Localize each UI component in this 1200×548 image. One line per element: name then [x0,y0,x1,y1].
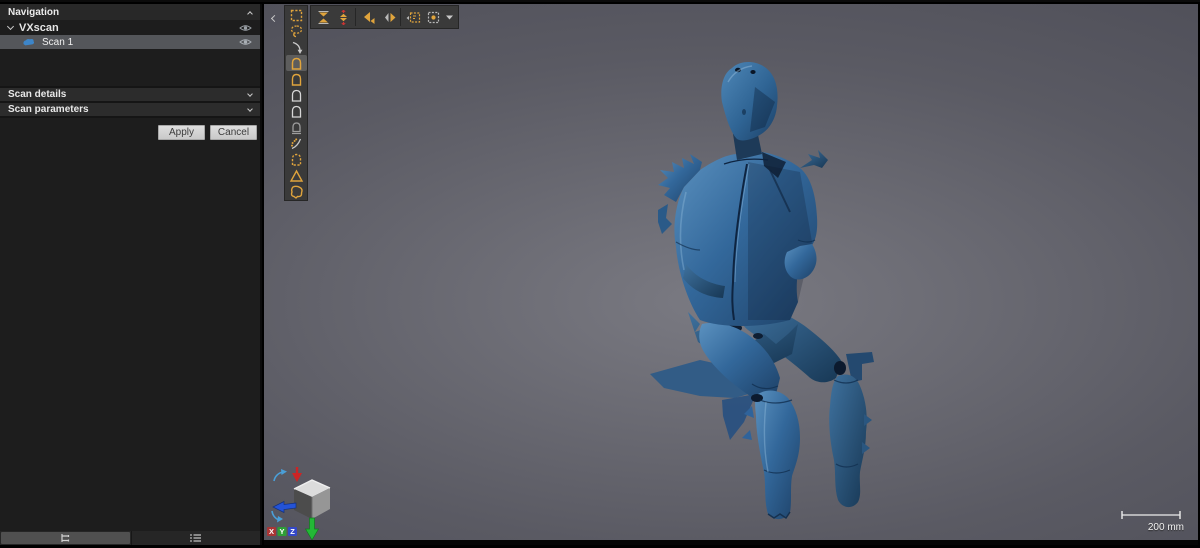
scale-bar: 200 mm [1116,509,1186,537]
brush-selection-icon [289,120,304,135]
tree-item-label: VXscan [19,22,59,34]
visibility-eye-icon[interactable] [239,23,252,33]
brush-selection-button-4[interactable] [286,103,307,119]
list-view-icon [189,533,203,543]
brush-selection-icon [289,72,304,87]
rectangle-selection-icon [289,8,304,23]
section-scan-parameters[interactable]: Scan parameters [0,101,260,116]
dashed-brush-selection-icon [289,152,304,167]
navigation-title: Navigation [8,7,59,18]
left-panel: Navigation VXscan Scan 1 [0,4,262,545]
triangle-selection-button[interactable] [286,167,307,183]
brush-selection-icon [289,56,304,71]
rectangle-selection-button[interactable] [286,7,307,23]
brush-selection-button-5[interactable] [286,119,307,135]
step-backward-icon [361,10,376,25]
section-label: Scan details [8,89,66,100]
scan-cloud-icon [22,38,36,47]
caret-down-icon [445,14,454,21]
zoom-on-selection-button[interactable] [403,7,423,27]
chevron-left-icon [270,14,277,21]
brush-selection-button-active[interactable] [286,55,307,71]
tree-item-vxscan[interactable]: VXscan [0,20,260,35]
blob-selection-button[interactable] [286,183,307,199]
brush-selection-icon [289,88,304,103]
pick-arrow-icon [289,40,304,55]
orientation-cube-widget[interactable]: X Y Z [266,463,342,543]
view-toolbar-horizontal [310,5,459,29]
brush-selection-button-2[interactable] [286,71,307,87]
step-forward-icon [381,10,396,25]
navigation-header[interactable]: Navigation [0,4,260,20]
zoom-target-button[interactable] [423,7,443,27]
axis-labels: X Y Z [267,527,297,536]
collapse-panel-button[interactable] [268,11,280,25]
tree-view-icon [58,533,72,543]
collapse-vertical-button[interactable] [313,7,333,27]
tree-view-toggle[interactable] [1,532,130,544]
zoom-on-selection-icon [405,10,421,25]
expand-vertical-button[interactable] [333,7,353,27]
svg-text:Y: Y [279,527,284,536]
vxelements-window: Navigation VXscan Scan 1 [0,0,1200,548]
selection-toolbar-vertical [284,5,308,201]
scan-mesh [264,4,1198,545]
toolbar-separator [355,8,356,26]
dashed-brush-selection-button[interactable] [286,151,307,167]
expand-vertical-icon [336,10,351,25]
tree-item-label: Scan 1 [42,37,73,48]
triangle-selection-icon [289,168,304,183]
tree-item-scan1[interactable]: Scan 1 [0,35,260,49]
panel-empty-area [0,154,260,531]
viewport-3d[interactable]: X Y Z 200 mm [264,4,1198,545]
view-options-dropdown[interactable] [443,7,456,27]
chevron-down-icon [247,106,253,112]
chevron-down-icon [247,91,253,97]
step-backward-button[interactable] [358,7,378,27]
svg-text:X: X [269,527,274,536]
spray-selection-button[interactable] [286,135,307,151]
brush-selection-icon [289,104,304,119]
spray-selection-icon [289,136,304,151]
chevron-down-icon[interactable] [7,23,14,30]
svg-text:Z: Z [290,527,295,536]
section-label: Scan parameters [8,104,89,115]
lasso-selection-icon [289,24,304,39]
list-view-toggle[interactable] [131,531,261,545]
toolbar-separator [400,8,401,26]
collapse-vertical-icon [316,10,331,25]
panel-view-switcher [0,531,260,545]
zoom-target-icon [426,10,441,25]
brush-selection-button-3[interactable] [286,87,307,103]
scale-bar-label: 200 mm [1116,522,1186,533]
pick-arrow-button[interactable] [286,39,307,55]
scale-bar-line [1116,509,1186,521]
chevron-up-icon[interactable] [247,11,253,17]
cancel-button[interactable]: Cancel [210,125,257,140]
step-forward-button[interactable] [378,7,398,27]
section-scan-details[interactable]: Scan details [0,86,260,101]
viewport-bottom-edge [264,540,1198,545]
free-form-selection-button[interactable] [286,23,307,39]
apply-button[interactable]: Apply [158,125,205,140]
blob-selection-icon [289,184,304,199]
visibility-eye-icon[interactable] [239,37,252,47]
action-button-row: Apply Cancel [0,116,260,140]
tree-empty-space [0,49,260,86]
